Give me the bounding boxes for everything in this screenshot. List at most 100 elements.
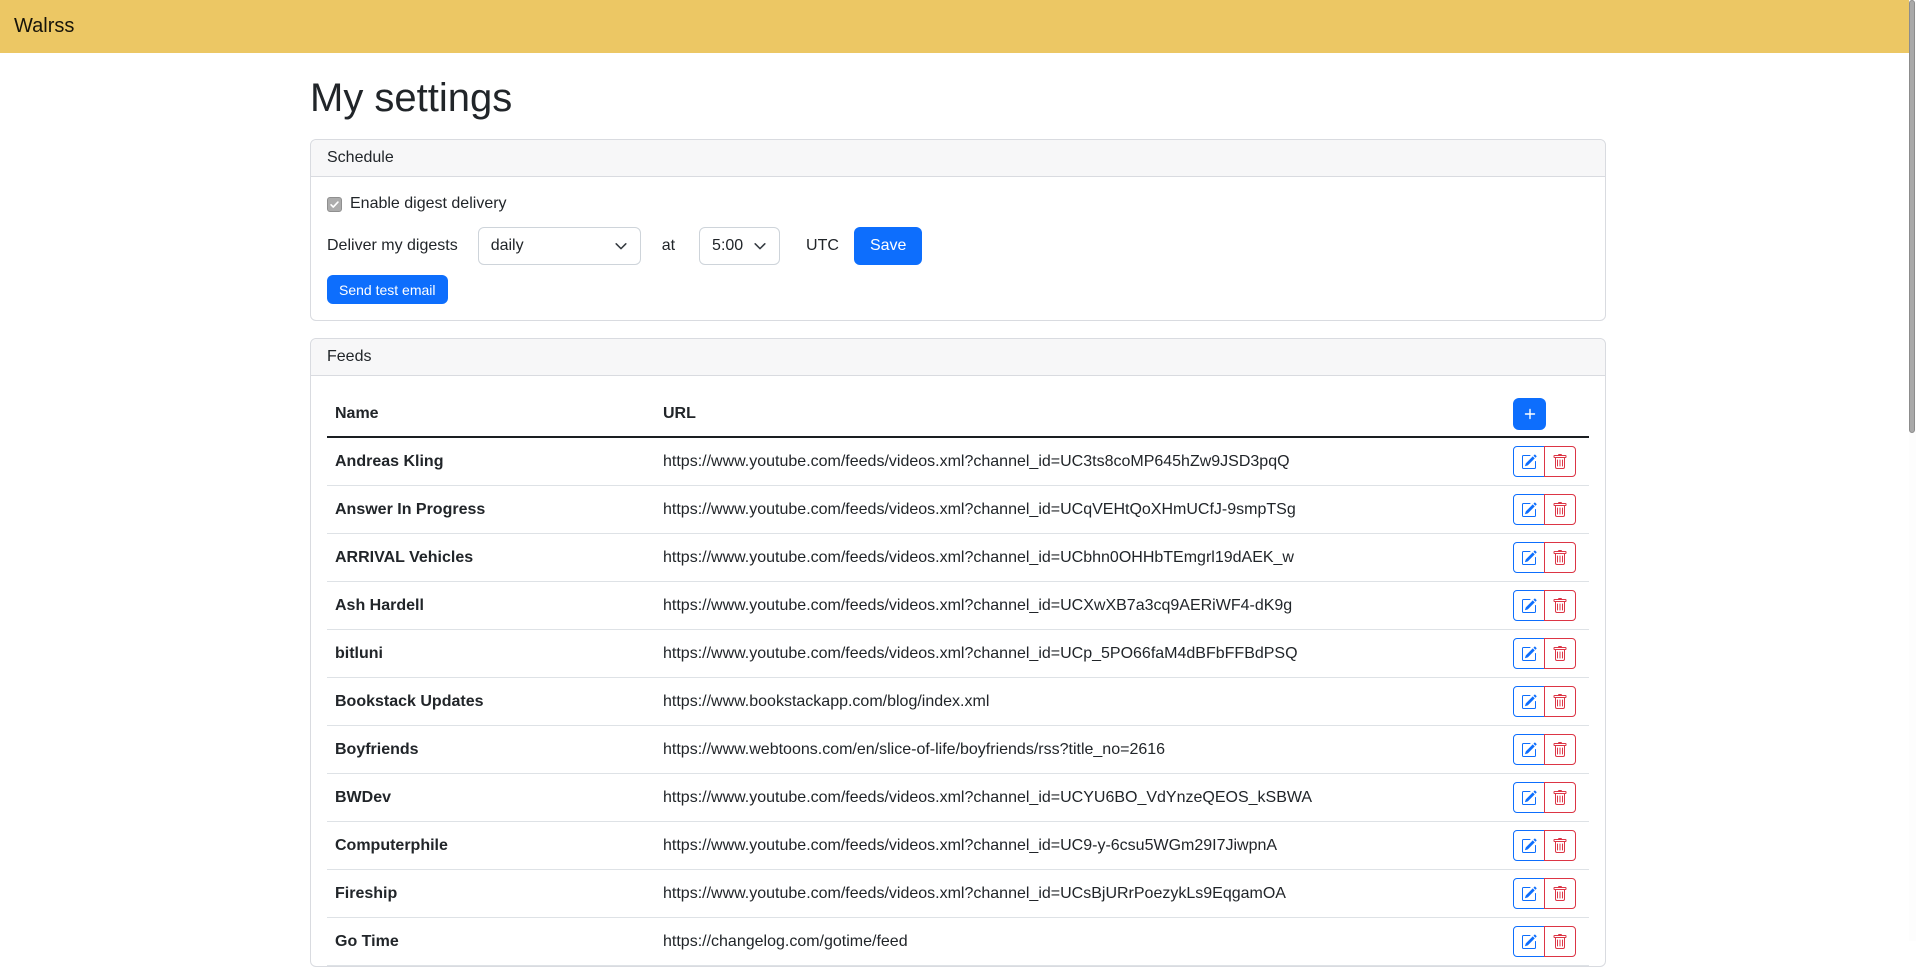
scrollbar-track[interactable] <box>1909 0 1916 941</box>
pencil-square-icon <box>1521 838 1537 854</box>
feeds-table-body: Andreas Kling https://www.youtube.com/fe… <box>327 438 1589 966</box>
save-button[interactable]: Save <box>854 227 922 265</box>
feed-actions <box>1513 446 1589 477</box>
feed-name: Boyfriends <box>327 741 655 759</box>
edit-feed-button[interactable] <box>1513 446 1545 477</box>
table-row: Fireship https://www.youtube.com/feeds/v… <box>327 870 1589 918</box>
feed-actions <box>1513 686 1589 717</box>
feeds-card: Feeds Name URL Andreas Kling https://www… <box>310 338 1606 967</box>
table-row: Computerphile https://www.youtube.com/fe… <box>327 822 1589 870</box>
edit-feed-button[interactable] <box>1513 686 1545 717</box>
trash-icon <box>1552 934 1568 950</box>
feed-name: Go Time <box>327 933 655 951</box>
pencil-square-icon <box>1521 886 1537 902</box>
table-row: bitluni https://www.youtube.com/feeds/vi… <box>327 630 1589 678</box>
scrollbar-thumb[interactable] <box>1909 0 1915 433</box>
column-header-name: Name <box>327 405 655 423</box>
timezone-label: UTC <box>806 237 839 255</box>
trash-icon <box>1552 598 1568 614</box>
feed-url: https://www.youtube.com/feeds/videos.xml… <box>655 549 1513 567</box>
at-label: at <box>662 237 675 255</box>
delete-feed-button[interactable] <box>1544 878 1576 909</box>
feed-url: https://www.youtube.com/feeds/videos.xml… <box>655 597 1513 615</box>
feed-url: https://www.webtoons.com/en/slice-of-lif… <box>655 741 1513 759</box>
delete-feed-button[interactable] <box>1544 446 1576 477</box>
feed-name: Ash Hardell <box>327 597 655 615</box>
feeds-table: Name URL Andreas Kling https://www.youtu… <box>327 392 1589 966</box>
edit-feed-button[interactable] <box>1513 638 1545 669</box>
trash-icon <box>1552 646 1568 662</box>
edit-feed-button[interactable] <box>1513 782 1545 813</box>
feed-url: https://www.youtube.com/feeds/videos.xml… <box>655 837 1513 855</box>
table-row: Ash Hardell https://www.youtube.com/feed… <box>327 582 1589 630</box>
pencil-square-icon <box>1521 646 1537 662</box>
delete-feed-button[interactable] <box>1544 542 1576 573</box>
trash-icon <box>1552 502 1568 518</box>
feed-name: bitluni <box>327 645 655 663</box>
deliver-digests-label: Deliver my digests <box>327 237 458 255</box>
feed-action-group <box>1513 494 1576 525</box>
feed-actions <box>1513 782 1589 813</box>
feeds-card-header: Feeds <box>311 339 1605 376</box>
feed-actions <box>1513 878 1589 909</box>
edit-feed-button[interactable] <box>1513 926 1545 957</box>
feed-url: https://www.youtube.com/feeds/videos.xml… <box>655 645 1513 663</box>
table-row: ARRIVAL Vehicles https://www.youtube.com… <box>327 534 1589 582</box>
table-row: Answer In Progress https://www.youtube.c… <box>327 486 1589 534</box>
delete-feed-button[interactable] <box>1544 830 1576 861</box>
plus-icon <box>1522 406 1538 422</box>
feed-action-group <box>1513 686 1576 717</box>
feed-name: BWDev <box>327 789 655 807</box>
edit-feed-button[interactable] <box>1513 590 1545 621</box>
delete-feed-button[interactable] <box>1544 638 1576 669</box>
trash-icon <box>1552 454 1568 470</box>
edit-feed-button[interactable] <box>1513 830 1545 861</box>
enable-digest-checkbox[interactable] <box>327 197 342 212</box>
edit-feed-button[interactable] <box>1513 494 1545 525</box>
frequency-select[interactable]: daily <box>478 227 641 265</box>
feed-actions <box>1513 734 1589 765</box>
add-feed-button[interactable] <box>1513 398 1546 430</box>
enable-digest-row: Enable digest delivery <box>327 193 1589 215</box>
chevron-down-icon <box>614 239 628 253</box>
time-select[interactable]: 5:00 <box>699 227 780 265</box>
feed-action-group <box>1513 878 1576 909</box>
delete-feed-button[interactable] <box>1544 590 1576 621</box>
feed-action-group <box>1513 638 1576 669</box>
frequency-select-value: daily <box>491 237 524 255</box>
pencil-square-icon <box>1521 550 1537 566</box>
pencil-square-icon <box>1521 598 1537 614</box>
edit-feed-button[interactable] <box>1513 734 1545 765</box>
feed-name: Andreas Kling <box>327 453 655 471</box>
time-select-value: 5:00 <box>712 237 743 255</box>
brand-link[interactable]: Walrss <box>14 15 74 38</box>
table-row: BWDev https://www.youtube.com/feeds/vide… <box>327 774 1589 822</box>
pencil-square-icon <box>1521 742 1537 758</box>
feed-url: https://www.youtube.com/feeds/videos.xml… <box>655 885 1513 903</box>
delete-feed-button[interactable] <box>1544 494 1576 525</box>
trash-icon <box>1552 838 1568 854</box>
feed-name: Computerphile <box>327 837 655 855</box>
delivery-schedule-row: Deliver my digests daily at 5:00 UTC Sav… <box>327 227 1589 265</box>
feed-action-group <box>1513 782 1576 813</box>
feed-action-group <box>1513 734 1576 765</box>
table-row: Bookstack Updates https://www.bookstacka… <box>327 678 1589 726</box>
feed-url: https://changelog.com/gotime/feed <box>655 933 1513 951</box>
delete-feed-button[interactable] <box>1544 686 1576 717</box>
edit-feed-button[interactable] <box>1513 542 1545 573</box>
pencil-square-icon <box>1521 934 1537 950</box>
delete-feed-button[interactable] <box>1544 734 1576 765</box>
feed-actions <box>1513 638 1589 669</box>
feed-name: Bookstack Updates <box>327 693 655 711</box>
feed-action-group <box>1513 590 1576 621</box>
delete-feed-button[interactable] <box>1544 926 1576 957</box>
edit-feed-button[interactable] <box>1513 878 1545 909</box>
send-test-email-button[interactable]: Send test email <box>327 275 448 304</box>
table-row: Go Time https://changelog.com/gotime/fee… <box>327 918 1589 966</box>
trash-icon <box>1552 790 1568 806</box>
feed-actions <box>1513 494 1589 525</box>
feed-name: ARRIVAL Vehicles <box>327 549 655 567</box>
trash-icon <box>1552 742 1568 758</box>
delete-feed-button[interactable] <box>1544 782 1576 813</box>
pencil-square-icon <box>1521 694 1537 710</box>
